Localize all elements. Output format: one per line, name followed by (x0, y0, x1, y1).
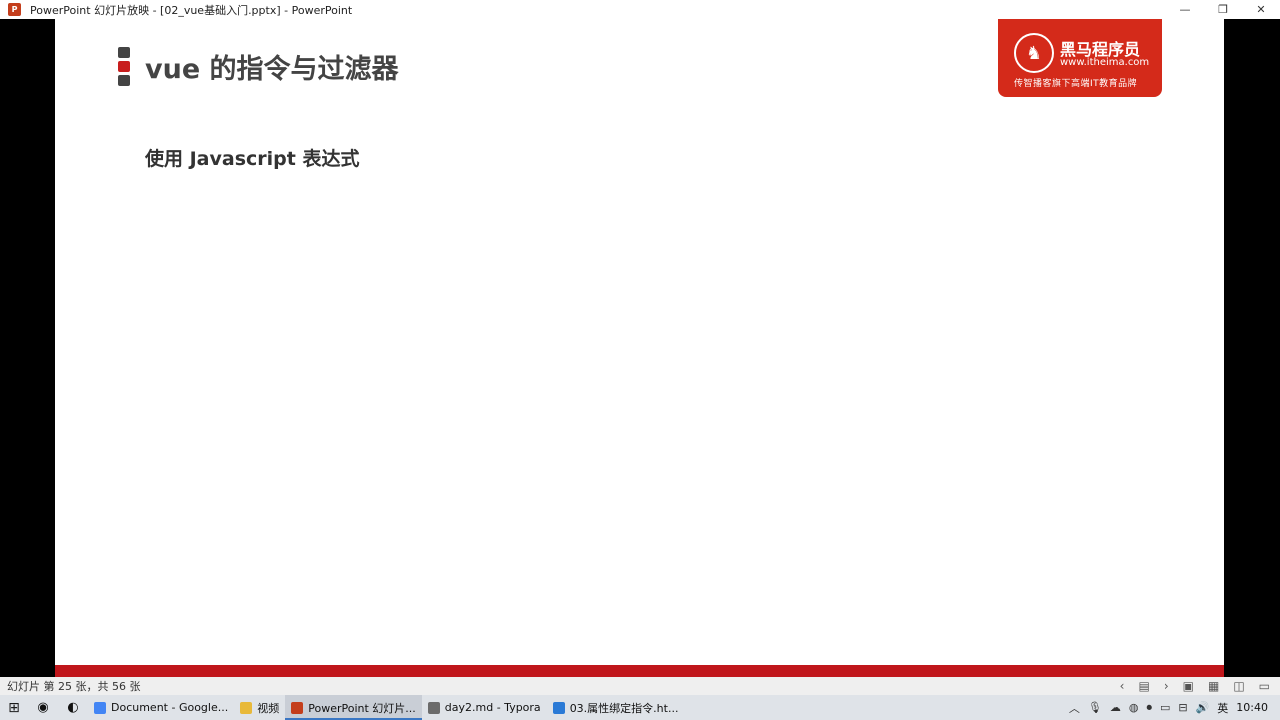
itheima-logo: ♞ 黑马程序员 www.itheima.com 传智播客旗下高端IT教育品牌 (998, 19, 1162, 97)
logo-slogan: 传智播客旗下高端IT教育品牌 (1014, 79, 1138, 89)
logo-horse-icon: ♞ (1014, 33, 1054, 73)
minimize-button[interactable]: — (1166, 0, 1204, 19)
slide-stage: vue 的指令与过滤器 使用 Javascript 表达式 ♞ 黑马程序员 ww… (0, 19, 1280, 677)
window-title: PowerPoint 幻灯片放映 - [02_vue基础入门.pptx] - P… (30, 3, 353, 17)
bullet-block (118, 47, 130, 58)
bullet-block (118, 75, 130, 86)
powerpoint-icon (291, 701, 304, 714)
taskbar-item-label: day2.md - Typora (444, 701, 541, 714)
normal-view-icon[interactable]: ▣ (1183, 679, 1194, 693)
window-titlebar: P PowerPoint 幻灯片放映 - [02_vue基础入门.pptx] -… (0, 0, 1280, 19)
taskbar-item-chrome[interactable]: Document - Google... (88, 695, 234, 720)
clock[interactable]: 10:40 (1236, 701, 1268, 714)
volume-icon[interactable]: 🔊 (1196, 701, 1210, 714)
slide-footer-bar (55, 665, 1224, 677)
chrome-icon (94, 701, 106, 714)
restore-button[interactable]: ❐ (1204, 0, 1242, 19)
slide-counter: 幻灯片 第 25 张，共 56 张 (7, 680, 141, 693)
slide-sorter-icon[interactable]: ▦ (1208, 679, 1219, 693)
notes-icon[interactable]: ▤ (1138, 679, 1149, 693)
reading-view-icon[interactable]: ◫ (1233, 679, 1244, 693)
powerpoint-icon: P (8, 3, 21, 16)
logo-url: www.itheima.com (1060, 57, 1150, 68)
browser-pin-icon[interactable]: ◉ (28, 695, 58, 720)
system-tray: ︿ 🎙 ☁ ◍ ⏺ ▭ ⊟ 🔊 英 10:40 (1069, 695, 1280, 720)
taskbar-item-vscode[interactable]: 03.属性绑定指令.ht... (547, 695, 685, 720)
slideshow-statusbar: 幻灯片 第 25 张，共 56 张 ‹ ▤ › ▣ ▦ ◫ ▭ (0, 677, 1280, 695)
folder-icon (240, 701, 253, 714)
bullet-block (118, 61, 130, 72)
windows-start-icon[interactable]: ⊞ (0, 695, 28, 720)
app-tray-icon[interactable]: ◍ (1129, 701, 1139, 714)
slide[interactable]: vue 的指令与过滤器 使用 Javascript 表达式 ♞ 黑马程序员 ww… (55, 19, 1224, 677)
slideshow-view-icon[interactable]: ▭ (1259, 679, 1270, 693)
battery-icon[interactable]: ▭ (1160, 701, 1170, 714)
taskbar-item-label: Document - Google... (111, 701, 229, 714)
previous-icon[interactable]: ‹ (1120, 679, 1125, 693)
taskbar-item-typora[interactable]: day2.md - Typora (422, 695, 547, 720)
slide-subtitle: 使用 Javascript 表达式 (145, 148, 360, 170)
vscode-icon (552, 701, 565, 714)
windows-taskbar: ⊞ ◉ ◐ Document - Google... 视频 PowerPoint… (0, 695, 1280, 720)
taskbar-item-label: 视频 (257, 701, 280, 715)
taskbar-item-powerpoint[interactable]: PowerPoint 幻灯片... (285, 695, 422, 720)
microphone-icon[interactable]: 🎙 (1088, 701, 1102, 714)
close-button[interactable]: ✕ (1242, 0, 1280, 19)
slide-title: vue 的指令与过滤器 (145, 54, 399, 85)
taskbar-item-explorer[interactable]: 视频 (234, 695, 285, 720)
typora-icon (427, 701, 440, 714)
title-bullet-bar (118, 47, 130, 89)
network-icon[interactable]: ⊟ (1178, 701, 1187, 714)
tray-chevron-icon[interactable]: ︿ (1069, 700, 1080, 716)
record-icon[interactable]: ⏺ (1146, 701, 1152, 715)
taskbar-item-label: PowerPoint 幻灯片... (308, 701, 416, 715)
edge-icon[interactable]: ◐ (58, 695, 88, 720)
ime-indicator[interactable]: 英 (1217, 700, 1228, 716)
taskbar-item-label: 03.属性绑定指令.ht... (569, 701, 679, 715)
next-icon[interactable]: › (1164, 679, 1169, 693)
cloud-icon[interactable]: ☁ (1110, 701, 1121, 714)
